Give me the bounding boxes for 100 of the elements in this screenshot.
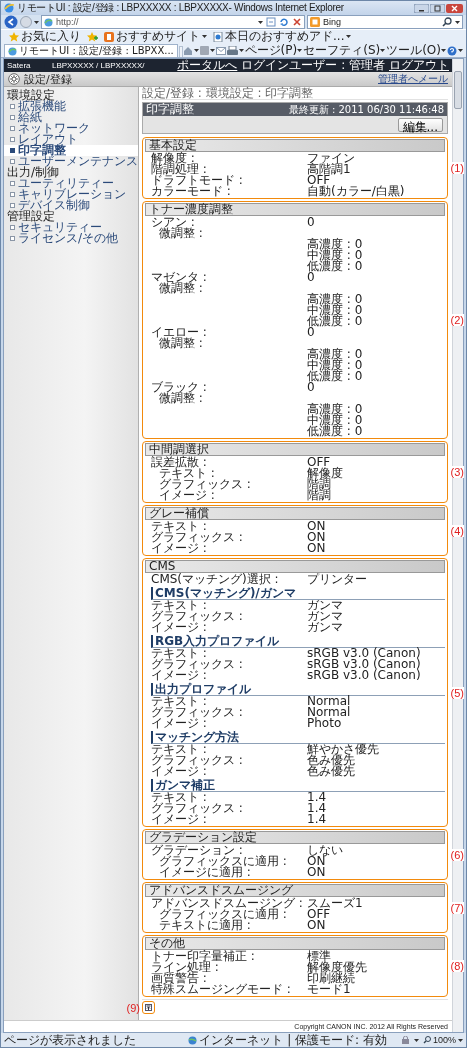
refresh-icon[interactable] [279, 17, 289, 27]
setting-label: イメージ : [151, 718, 207, 729]
setting-value: sRGB v3.0 (Canon) [307, 648, 422, 659]
setting-value: 印刷継続 [307, 973, 355, 984]
setting-label: イメージ : [151, 670, 207, 681]
caret-icon[interactable] [458, 1037, 463, 1043]
sidebar-item[interactable]: ユーティリティー [4, 178, 138, 189]
setting-value: 色み優先 [307, 755, 355, 766]
setting-label: トナー印字量補正 : [151, 951, 256, 962]
edit-button[interactable]: 編集... [397, 117, 443, 132]
login-user: ログインユーザー : 管理者 [241, 57, 385, 74]
back-button[interactable] [4, 15, 18, 29]
setting-value: 低濃度 : 0 [307, 261, 364, 272]
scrollbar[interactable] [452, 59, 463, 1032]
setting-value: 中濃度 : 0 [307, 250, 364, 261]
close-button[interactable] [446, 3, 463, 13]
setting-label: グラフィックス : [158, 479, 252, 490]
sidebar-item[interactable]: ライセンス/その他 [4, 233, 138, 244]
caret-icon[interactable] [238, 48, 244, 53]
setting-value: ON [307, 521, 327, 532]
help-icon[interactable] [447, 45, 457, 56]
scroll-thumb[interactable] [454, 71, 462, 109]
bullet-icon [10, 181, 15, 186]
globe-icon [188, 1035, 198, 1045]
star-icon [9, 31, 19, 42]
caret-icon[interactable] [202, 34, 207, 39]
sidebar-item[interactable]: デバイス制御 [4, 200, 138, 211]
search-field[interactable]: Bing [307, 15, 463, 29]
section-header: 中間調選択 [145, 443, 445, 456]
caret-icon[interactable] [34, 19, 39, 25]
setting-value: 解像度優先 [307, 962, 368, 973]
browser-tab[interactable]: リモートUI : 設定/登録 : LBPXX... [4, 44, 178, 57]
page-icon [8, 46, 17, 56]
caret-icon[interactable] [413, 1037, 419, 1043]
setting-value: 1.4 [307, 792, 328, 803]
sidebar-item[interactable]: セキュリティー [4, 222, 138, 233]
arrow-to-top-icon [145, 1004, 152, 1011]
setting-label: 微調整 : [159, 228, 204, 239]
add-favorite-icon[interactable] [87, 31, 98, 42]
breadcrumb: 設定/登録 : 環境設定 : 印字調整 [142, 87, 448, 100]
minimize-button[interactable] [414, 3, 429, 13]
callout-label: (1) [450, 162, 464, 174]
setting-value: ON [307, 920, 327, 931]
setting-label: イメージに適用 : [158, 867, 251, 878]
sidebar-item[interactable]: ネットワーク [4, 123, 138, 134]
sidebar-item[interactable]: レイアウト [4, 134, 138, 145]
setting-label: イメージ : [151, 814, 207, 825]
caret-icon[interactable] [441, 48, 446, 53]
bullet-icon [10, 192, 15, 197]
command-menu[interactable]: ツール(O) [386, 42, 446, 59]
caret-icon[interactable] [346, 34, 352, 39]
setting-label: 階調処理 : [151, 164, 208, 175]
caret-icon[interactable] [380, 48, 386, 53]
setting-value: 中濃度 : 0 [307, 360, 364, 371]
favorites-link[interactable]: おすすめサイト [104, 28, 207, 45]
sidebar-item[interactable]: ユーザーメンテナンス [4, 156, 138, 167]
sidebar-item[interactable]: 給紙 [4, 112, 138, 123]
sidebar-item[interactable]: 拡張機能 [4, 101, 138, 112]
setting-label: 微調整 : [159, 338, 204, 349]
setting-value: 中濃度 : 0 [307, 415, 364, 426]
sidebar-item[interactable]: 印字調整 [4, 145, 138, 156]
maximize-button[interactable] [430, 3, 445, 13]
status-message: ページが表示されました [4, 1031, 137, 1048]
command-menu[interactable]: セーフティ(S) [303, 42, 386, 59]
bullet-icon [10, 148, 15, 153]
print-icon[interactable] [226, 45, 238, 56]
caret-icon[interactable] [455, 19, 460, 25]
caret-icon[interactable] [297, 48, 303, 53]
bullet-icon [10, 236, 15, 241]
command-menu[interactable]: ページ(P) [244, 42, 303, 59]
page-icon [44, 17, 53, 27]
setting-value: ガンマ [307, 611, 344, 622]
mail-link[interactable]: 管理者へメール [378, 72, 448, 86]
setting-label: シアン : [151, 217, 196, 228]
setting-value: ON [307, 543, 327, 554]
setting-value: スムーズ1 [307, 898, 364, 909]
setting-value: Normal [307, 696, 352, 707]
favorites-button[interactable]: お気に入り [9, 28, 81, 45]
last-updated: 最終更新 : 2011 06/30 11:46:48 [288, 102, 444, 117]
setting-label: グラフィックスに適用 : [159, 856, 288, 867]
section-header: その他 [145, 937, 445, 950]
setting-label: テキスト : [151, 521, 208, 532]
sidebar-item[interactable]: キャリブレーション [4, 189, 138, 200]
caret-icon[interactable] [458, 48, 463, 53]
stop-icon[interactable] [292, 17, 302, 27]
zoom-control[interactable]: 100% [422, 1035, 463, 1045]
setting-label: カラーモード : [151, 186, 231, 197]
caret-icon[interactable] [193, 48, 199, 53]
address-field[interactable]: http:// [41, 15, 305, 29]
caret-icon[interactable] [258, 19, 263, 25]
setting-value: 高濃度 : 0 [307, 294, 364, 305]
setting-label: テキスト : [151, 600, 207, 611]
setting-label: ライン処理 : [151, 962, 219, 973]
setting-label: ドラフトモード : [151, 175, 244, 186]
logout-link[interactable]: ログアウト [389, 57, 449, 74]
section-header: 基本設定 [145, 139, 445, 152]
caret-icon[interactable] [209, 48, 215, 53]
search-icon[interactable] [442, 17, 452, 27]
favorites-link[interactable]: 本日のおすすめアド... [213, 28, 352, 45]
portal-link[interactable]: ポータルへ [177, 57, 238, 74]
